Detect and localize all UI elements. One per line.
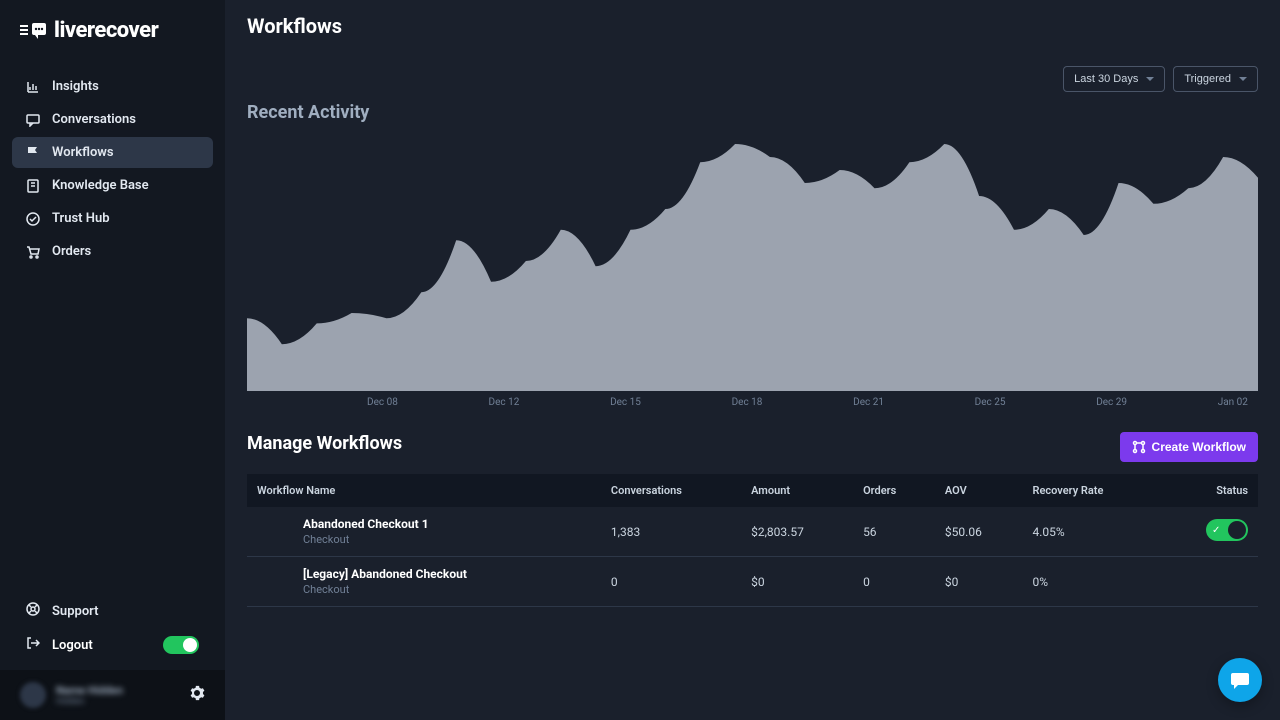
- sidebar-item-support[interactable]: Support: [12, 594, 213, 628]
- cell-amount: $2,803.57: [741, 507, 853, 557]
- cart-icon: [26, 245, 40, 259]
- sidebar-item-insights[interactable]: Insights: [12, 71, 213, 102]
- settings-button[interactable]: [189, 685, 205, 705]
- cell-aov: $50.06: [935, 507, 1023, 557]
- avatar: [20, 682, 46, 708]
- col-conversations: Conversations: [601, 474, 741, 507]
- col-orders: Orders: [853, 474, 935, 507]
- book-icon: [26, 179, 40, 193]
- chat-icon: [26, 113, 40, 127]
- cell-recovery-rate: 0%: [1023, 557, 1163, 607]
- sidebar-item-label: Trust Hub: [52, 211, 110, 226]
- sidebar-item-orders[interactable]: Orders: [12, 236, 213, 267]
- recent-activity-title: Recent Activity: [247, 102, 1258, 123]
- sidebar-item-label: Orders: [52, 244, 91, 259]
- chart-tick-label: Dec 21: [853, 397, 884, 408]
- sidebar-item-label: Conversations: [52, 112, 136, 127]
- cell-recovery-rate: 4.05%: [1023, 507, 1163, 557]
- logo-icon: [20, 21, 46, 41]
- cell-conversations: 0: [601, 557, 741, 607]
- create-workflow-button[interactable]: Create Workflow: [1120, 432, 1258, 462]
- flag-icon: [26, 146, 40, 160]
- chart-tick-label: Dec 18: [732, 397, 763, 408]
- chart-tick-label: Dec 25: [975, 397, 1006, 408]
- user-row: Name Hidden Hidden: [0, 670, 225, 720]
- sidebar-item-conversations[interactable]: Conversations: [12, 104, 213, 135]
- sidebar-item-trust-hub[interactable]: Trust Hub: [12, 203, 213, 234]
- table-row[interactable]: Abandoned Checkout 1 Checkout 1,383 $2,8…: [247, 507, 1258, 557]
- page-title: Workflows: [247, 14, 1258, 38]
- col-aov: AOV: [935, 474, 1023, 507]
- chart-tick-label: Dec 12: [489, 397, 520, 408]
- user-info: Name Hidden Hidden: [56, 684, 123, 707]
- area-chart-svg: [247, 131, 1258, 391]
- chat-bubble-icon: [1229, 669, 1251, 691]
- manage-header: Manage Workflows Create Workflow: [247, 432, 1258, 462]
- sidebar-toggle[interactable]: [163, 636, 199, 654]
- manage-workflows-title: Manage Workflows: [247, 433, 402, 454]
- col-recovery-rate: Recovery Rate: [1023, 474, 1163, 507]
- cell-conversations: 1,383: [601, 507, 741, 557]
- cell-amount: $0: [741, 557, 853, 607]
- sidebar-item-workflows[interactable]: Workflows: [12, 137, 213, 168]
- chart-icon: [26, 80, 40, 94]
- table-row[interactable]: [Legacy] Abandoned Checkout Checkout 0 $…: [247, 557, 1258, 607]
- chevron-down-icon: [1146, 77, 1154, 81]
- chart-tick-label: Dec 15: [610, 397, 641, 408]
- cell-orders: 0: [853, 557, 935, 607]
- lifebuoy-icon: [26, 602, 40, 620]
- logout-icon: [26, 636, 40, 654]
- date-range-filter[interactable]: Last 30 Days: [1063, 66, 1165, 92]
- sidebar-item-label: Workflows: [52, 145, 114, 160]
- sidebar-item-label: Insights: [52, 79, 99, 94]
- main-content: Workflows Last 30 Days Triggered Recent …: [225, 0, 1280, 720]
- col-amount: Amount: [741, 474, 853, 507]
- check-circle-icon: [26, 212, 40, 226]
- activity-chart: [247, 131, 1258, 391]
- sidebar-item-logout[interactable]: Logout: [26, 636, 93, 654]
- sidebar-item-knowledge-base[interactable]: Knowledge Base: [12, 170, 213, 201]
- logo[interactable]: liverecover: [0, 18, 225, 63]
- cell-status: ✓: [1163, 507, 1259, 557]
- chart-tick-label: Jan 02: [1218, 397, 1248, 408]
- sidebar-item-label: Knowledge Base: [52, 178, 149, 193]
- status-toggle[interactable]: ✓: [1206, 519, 1248, 541]
- cell-aov: $0: [935, 557, 1023, 607]
- cell-status: [1163, 557, 1259, 607]
- table-header-row: Workflow Name Conversations Amount Order…: [247, 474, 1258, 507]
- sidebar-bottom: Support Logout: [0, 586, 225, 670]
- cell-name: [Legacy] Abandoned Checkout Checkout: [247, 557, 601, 607]
- cell-orders: 56: [853, 507, 935, 557]
- sidebar: liverecover Insights Conversations Workf…: [0, 0, 225, 720]
- chart-tick-label: Dec 29: [1096, 397, 1127, 408]
- chevron-down-icon: [1239, 77, 1247, 81]
- support-chat-button[interactable]: [1218, 658, 1262, 702]
- col-status: Status: [1163, 474, 1259, 507]
- brand-name: liverecover: [54, 18, 158, 43]
- cell-name: Abandoned Checkout 1 Checkout: [247, 507, 601, 557]
- sidebar-nav: Insights Conversations Workflows Knowled…: [0, 63, 225, 586]
- support-label: Support: [52, 604, 99, 619]
- logout-label: Logout: [52, 638, 93, 653]
- logout-row: Logout: [12, 628, 213, 662]
- chart-tick-label: Dec 08: [367, 397, 398, 408]
- chart-x-axis: Dec 08 Dec 12 Dec 15 Dec 18 Dec 21 Dec 25 Dec …: [247, 397, 1258, 408]
- col-name: Workflow Name: [247, 474, 601, 507]
- workflows-table: Workflow Name Conversations Amount Order…: [247, 474, 1258, 607]
- type-filter[interactable]: Triggered: [1173, 66, 1258, 92]
- workflow-icon: [1132, 440, 1146, 454]
- filters-row: Last 30 Days Triggered: [247, 66, 1258, 92]
